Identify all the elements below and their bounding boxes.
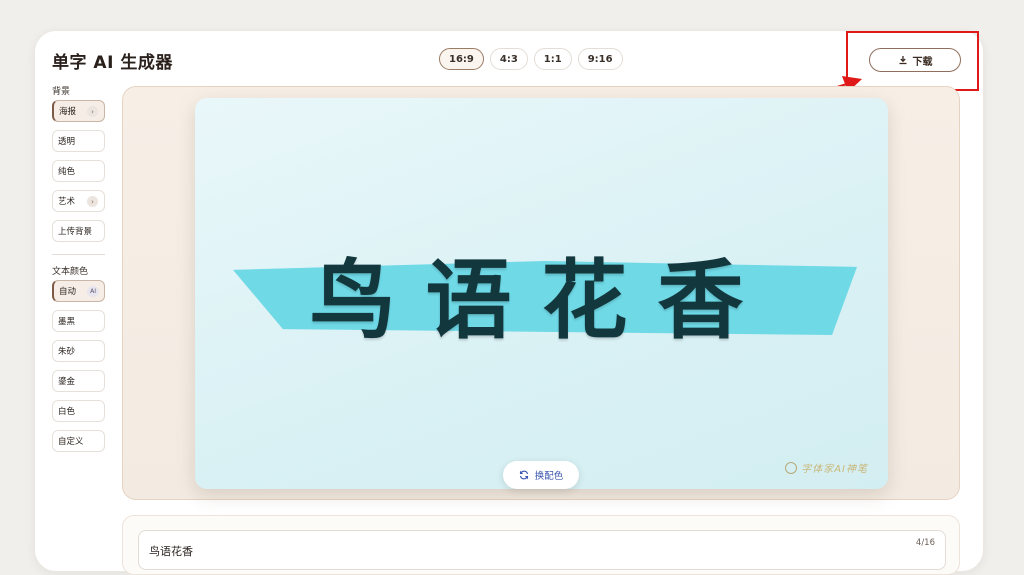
bg-option-label: 艺术 (58, 197, 76, 207)
swap-colors-label: 换配色 (534, 471, 564, 482)
bg-option-transparent[interactable]: 透明 (52, 130, 105, 152)
aspect-ratio-group: 16:9 4:3 1:1 9:16 (439, 48, 623, 70)
watermark-text: 字体家AI神笔 (801, 464, 868, 475)
char-counter: 4/16 (915, 538, 935, 548)
color-option-ink-black[interactable]: 墨黑 (52, 310, 105, 332)
ratio-1-1-button[interactable]: 1:1 (533, 48, 572, 70)
color-option-label: 白色 (58, 407, 76, 417)
phrase-input[interactable]: 鸟语花香 (138, 530, 946, 570)
color-option-label: 自定义 (58, 437, 84, 447)
color-option-auto[interactable]: 自动 AI (52, 280, 105, 302)
bg-option-upload[interactable]: 上传背景 (52, 220, 105, 242)
bg-option-label: 透明 (58, 137, 76, 147)
chevron-right-icon: › (87, 196, 98, 207)
ratio-9-16-button[interactable]: 9:16 (577, 48, 623, 70)
swap-colors-button[interactable]: 换配色 (503, 461, 579, 489)
background-section-label: 背景 (52, 87, 71, 97)
ratio-16-9-button[interactable]: 16:9 (439, 48, 484, 70)
color-option-gilded[interactable]: 鎏金 (52, 370, 105, 392)
poster-preview: 鸟语花香 字体家AI神笔 (195, 98, 888, 489)
bg-option-solid[interactable]: 纯色 (52, 160, 105, 182)
text-color-section-label: 文本颜色 (52, 267, 89, 277)
section-divider (52, 254, 105, 255)
annotation-highlight-box (846, 31, 979, 91)
bg-option-poster[interactable]: 海报 › (52, 100, 105, 122)
refresh-icon (519, 470, 528, 480)
color-option-label: 自动 (59, 287, 77, 297)
ratio-4-3-button[interactable]: 4:3 (489, 48, 528, 70)
color-option-label: 墨黑 (58, 317, 76, 327)
page-title: 单字 AI 生成器 (52, 53, 173, 73)
bg-option-art[interactable]: 艺术 › (52, 190, 105, 212)
chevron-right-icon: › (87, 106, 98, 117)
bg-option-label: 上传背景 (58, 227, 93, 237)
color-option-cinnabar[interactable]: 朱砂 (52, 340, 105, 362)
color-option-label: 朱砂 (58, 347, 76, 357)
ai-badge: AI (87, 286, 99, 297)
poster-calligraphy-text: 鸟语花香 (309, 250, 774, 351)
color-option-label: 鎏金 (58, 377, 76, 387)
poster-watermark: 字体家AI神笔 (785, 460, 868, 475)
watermark-logo-icon (785, 461, 798, 474)
color-option-white[interactable]: 白色 (52, 400, 105, 422)
color-option-custom[interactable]: 自定义 (52, 430, 105, 452)
bg-option-label: 纯色 (58, 167, 76, 177)
bg-option-label: 海报 (59, 107, 77, 117)
